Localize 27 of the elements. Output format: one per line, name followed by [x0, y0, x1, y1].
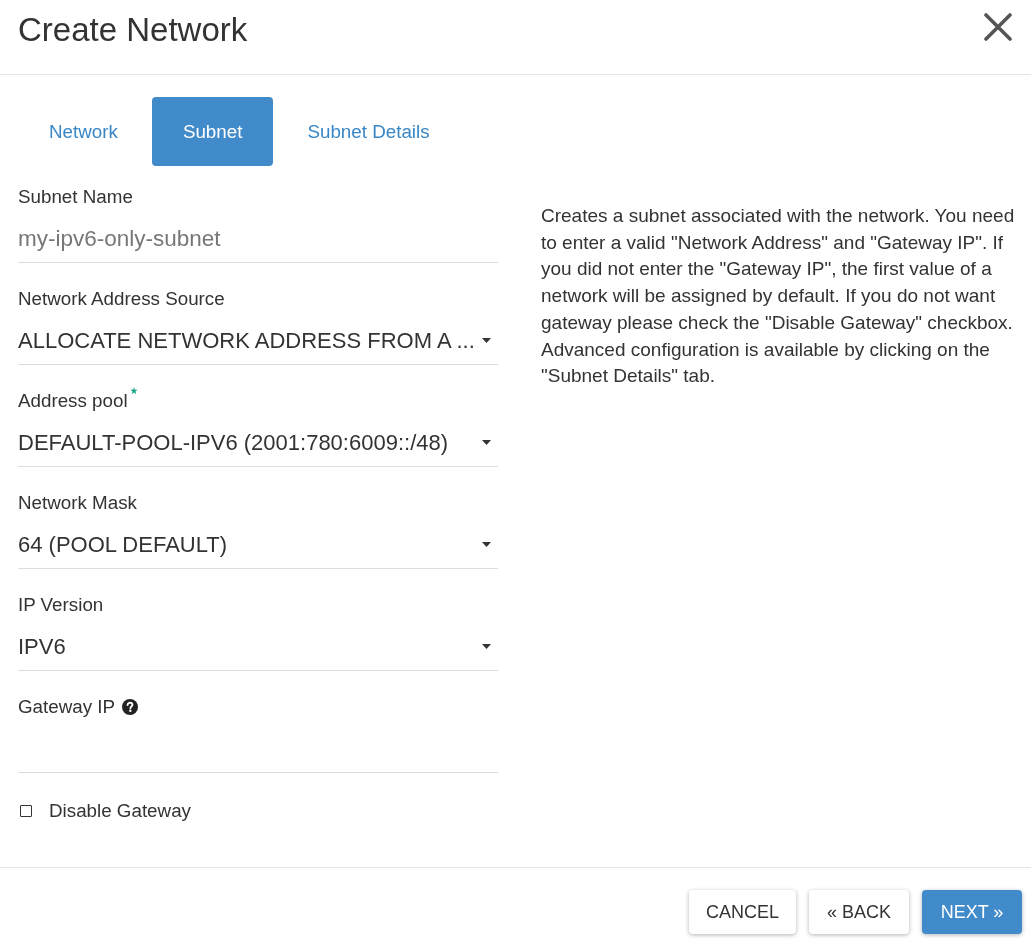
dialog-title: Create Network: [18, 11, 248, 49]
field-label: Network Mask: [18, 493, 137, 513]
description-text: Creates a subnet associated with the network. You need to enter a valid "Network Address" and "Gateway IP". If you did not enter the "Gateway IP", the first value of a network will be assigned by default. If you do not want gateway please check the "Disable Gateway" checkbox. Advanced configuration is available by clicking on the "Subnet Details" tab.: [541, 204, 1016, 389]
next-button[interactable]: NEXT »: [922, 890, 1022, 934]
dropdown-field[interactable]: IPV6: [18, 623, 498, 671]
caret-icon: [482, 542, 491, 547]
dropdown-field[interactable]: 64 (POOL DEFAULT): [18, 521, 498, 569]
dropdown-field[interactable]: DEFAULT-POOL-IPV6 (2001:780:6009::/48): [18, 419, 498, 467]
field-label: Gateway IP: [18, 697, 116, 717]
input-field[interactable]: my-ipv6-only-subnet: [18, 215, 498, 263]
tab[interactable]: Subnet: [151, 97, 274, 166]
field-label: Subnet Name: [18, 187, 133, 207]
checkbox[interactable]: [20, 805, 32, 817]
help-icon[interactable]: [122, 699, 139, 715]
footer-button[interactable]: CANCEL: [688, 890, 796, 934]
close-icon[interactable]: [984, 13, 1012, 41]
footer-button[interactable]: « BACK: [809, 890, 909, 934]
field-label: Network Address Source: [18, 289, 225, 309]
tab[interactable]: Network: [18, 97, 149, 166]
caret-icon: [482, 644, 491, 649]
field-label: Address pool: [18, 391, 128, 411]
field-label: IP Version: [18, 595, 104, 615]
checkbox-label[interactable]: Disable Gateway: [49, 801, 191, 821]
caret-icon: [482, 440, 491, 445]
tab[interactable]: Subnet Details: [276, 97, 461, 166]
caret-icon: [482, 338, 491, 343]
dropdown-field[interactable]: ALLOCATE NETWORK ADDRESS FROM A ...: [18, 317, 498, 365]
